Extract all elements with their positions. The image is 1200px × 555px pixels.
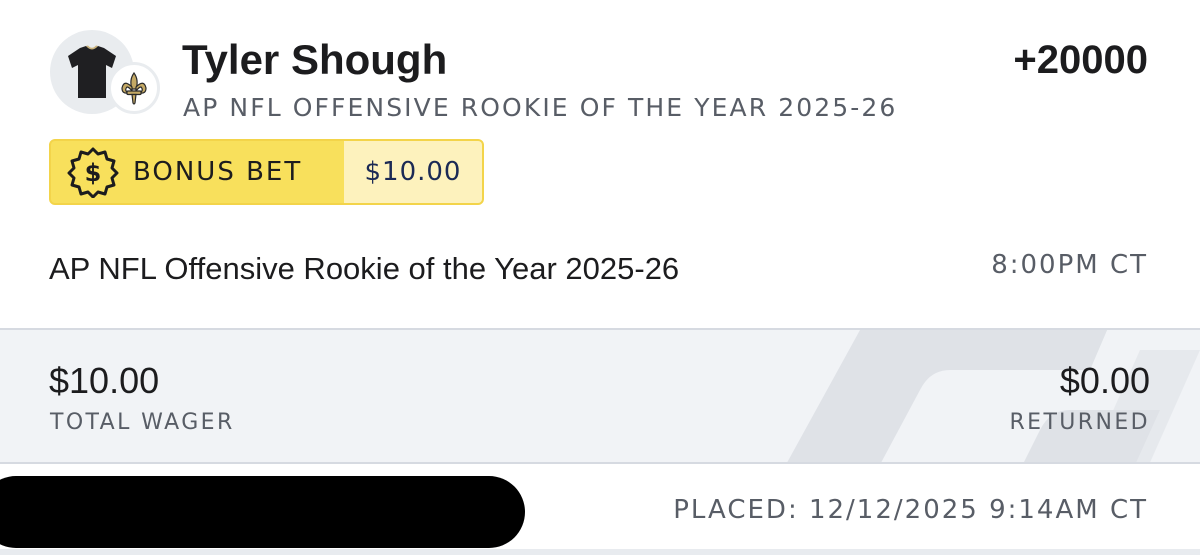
market-subtitle: AP NFL OFFENSIVE ROOKIE OF THE YEAR 2025…	[183, 93, 898, 122]
event-time: 8:00PM CT	[991, 250, 1148, 280]
odds-value: +20000	[1013, 38, 1148, 82]
event-name: AP NFL Offensive Rookie of the Year 2025…	[49, 251, 680, 286]
team-logo	[108, 62, 160, 114]
placed-timestamp: PLACED: 12/12/2025 9:14AM CT	[673, 495, 1148, 525]
total-wager-label: TOTAL WAGER	[50, 410, 235, 435]
divider	[0, 549, 1200, 555]
total-wager-amount: $10.00	[49, 360, 160, 401]
bet-slip-card: Tyler Shough +20000 AP NFL OFFENSIVE ROO…	[0, 0, 1200, 555]
redaction-mark	[0, 476, 525, 548]
dollar-badge-icon: $	[67, 147, 119, 198]
fleur-de-lis-icon	[121, 71, 147, 105]
returned-amount: $0.00	[1059, 360, 1150, 401]
player-name: Tyler Shough	[182, 36, 448, 83]
returned-label: RETURNED	[1009, 410, 1150, 435]
svg-text:$: $	[85, 159, 102, 187]
wager-summary-section: $10.00 TOTAL WAGER $0.00 RETURNED	[0, 328, 1200, 464]
bonus-bet-badge: $ BONUS BET $10.00	[49, 139, 484, 205]
bonus-bet-label: BONUS BET	[133, 157, 303, 187]
bonus-bet-amount: $10.00	[344, 141, 482, 203]
bet-footer-section: PLACED: 12/12/2025 9:14AM CT	[0, 464, 1200, 555]
bet-header-section: Tyler Shough +20000 AP NFL OFFENSIVE ROO…	[0, 0, 1200, 328]
